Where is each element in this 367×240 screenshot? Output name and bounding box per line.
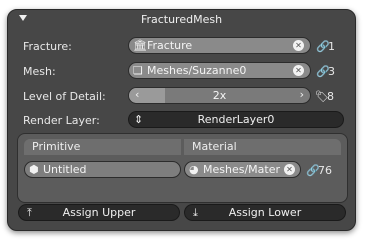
render-layer-label: Render Layer: — [23, 114, 100, 127]
lod-count-value: 8 — [327, 90, 334, 103]
bank-icon: 🏛 — [133, 39, 147, 52]
mesh-users: 🔗3 — [316, 65, 335, 78]
lod-count: 🏷8 — [315, 90, 334, 103]
link-icon: 🔗 — [306, 164, 320, 177]
lod-label: Level of Detail: — [23, 90, 106, 103]
render-layer-dropdown[interactable]: ⇕ RenderLayer0 — [128, 111, 344, 128]
upload-icon: ⤒ — [27, 206, 32, 219]
mesh-field[interactable]: ❏ Meshes/Suzanne0 ✕ — [128, 62, 311, 79]
fractured-mesh-panel: FracturedMesh Fracture: 🏛 Fracture ✕ 🔗1 … — [7, 9, 356, 231]
primitive-header: Primitive — [24, 139, 181, 155]
render-layer-value: RenderLayer0 — [197, 113, 275, 126]
material-assignment-box: Primitive Material ⬢ Untitled ◕ Meshes/M… — [17, 133, 348, 203]
shield-icon: ⬢ — [29, 163, 39, 176]
lod-increment-icon[interactable]: › — [300, 88, 304, 101]
fracture-value: Fracture — [147, 39, 193, 52]
updown-icon: ⇕ — [134, 113, 144, 126]
mesh-value: Meshes/Suzanne0 — [147, 64, 247, 77]
assign-lower-button[interactable]: ⤓ Assign Lower — [184, 204, 346, 221]
mesh-icon: ❏ — [133, 64, 143, 77]
panel-title: FracturedMesh — [140, 13, 223, 26]
fracture-label: Fracture: — [23, 40, 72, 53]
fracture-field[interactable]: 🏛 Fracture ✕ — [128, 37, 311, 54]
lod-slider[interactable]: ‹ 2x › — [128, 87, 311, 104]
lod-value: 2x — [212, 89, 227, 102]
fracture-users: 🔗1 — [316, 40, 335, 53]
mesh-users-count: 3 — [328, 65, 335, 78]
fracture-users-count: 1 — [328, 40, 335, 53]
primitive-field[interactable]: ⬢ Untitled — [24, 161, 181, 178]
assign-upper-label: Assign Upper — [62, 206, 136, 219]
link-icon: 🔗 — [316, 65, 330, 78]
mesh-row: Mesh: ❏ Meshes/Suzanne0 ✕ 🔗3 — [8, 62, 355, 82]
link-icon: 🔗 — [316, 40, 330, 53]
material-clear-icon[interactable]: ✕ — [284, 164, 295, 175]
mesh-clear-icon[interactable]: ✕ — [293, 65, 304, 76]
assign-lower-label: Assign Lower — [228, 206, 302, 219]
material-value: Meshes/Materi — [203, 163, 281, 176]
material-field[interactable]: ◕ Meshes/Materi ✕ — [184, 161, 301, 178]
material-header: Material — [184, 139, 341, 155]
primitive-value: Untitled — [43, 163, 87, 176]
render-layer-row: Render Layer: ⇕ RenderLayer0 — [8, 111, 355, 131]
fracture-row: Fracture: 🏛 Fracture ✕ 🔗1 — [8, 37, 355, 57]
panel-header[interactable]: FracturedMesh — [8, 10, 355, 28]
tag-icon: 🏷 — [315, 90, 329, 103]
assign-upper-button[interactable]: ⤒ Assign Upper — [18, 204, 180, 221]
download-icon: ⤓ — [193, 206, 198, 219]
material-icon: ◕ — [189, 163, 199, 176]
material-users: 🔗76 — [306, 164, 332, 177]
material-users-count: 76 — [318, 164, 332, 177]
lod-row: Level of Detail: ‹ 2x › 🏷8 — [8, 87, 355, 107]
fracture-clear-icon[interactable]: ✕ — [293, 40, 304, 51]
mesh-label: Mesh: — [23, 65, 56, 78]
